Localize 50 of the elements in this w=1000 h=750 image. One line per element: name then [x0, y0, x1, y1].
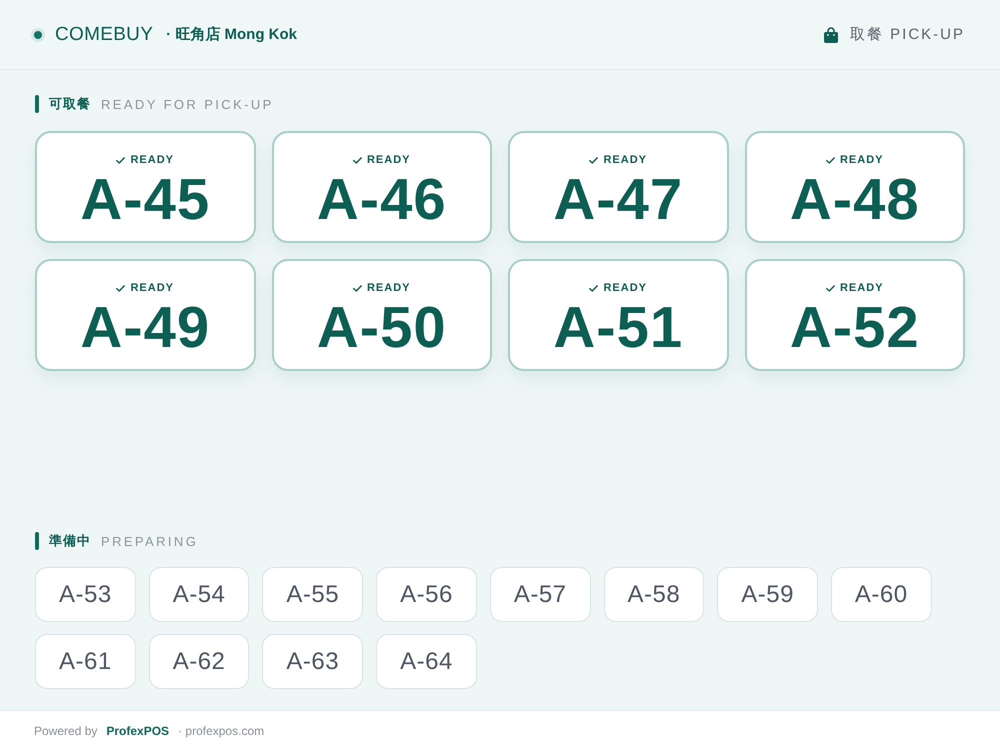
section-title-zh: 可取餐 [49, 95, 91, 113]
check-icon [826, 284, 835, 292]
check-icon [116, 284, 126, 292]
ready-label: READY [840, 282, 884, 294]
check-icon [352, 156, 362, 164]
order-number: A-48 [790, 169, 920, 231]
check-icon [352, 284, 362, 292]
ready-label: READY [603, 154, 647, 166]
ready-label: READY [366, 154, 410, 166]
preparing-order-tag: A-54 [148, 567, 250, 622]
preparing-order-tag: A-58 [604, 567, 704, 622]
preparing-order-tag: A-60 [830, 567, 932, 622]
order-number: A-50 [316, 297, 447, 359]
section-title-en: READY FOR PICK-UP [101, 96, 274, 112]
ready-label: READY [130, 282, 174, 294]
ready-label: READY [603, 282, 647, 294]
check-icon [589, 156, 598, 164]
preparing-order-tag: A-62 [148, 634, 250, 689]
shopping-bag-icon [824, 26, 838, 42]
check-icon [589, 284, 598, 292]
brand-name: COMEBUY [55, 24, 154, 46]
preparing-order-tag: A-55 [262, 567, 364, 622]
logo-dot-icon [31, 28, 45, 42]
preparing-order-tag: A-61 [35, 634, 136, 689]
preparing-order-tag: A-53 [35, 567, 136, 622]
order-number: A-51 [553, 297, 684, 359]
footer-brand: ProfexPOS [106, 724, 170, 738]
section-title-zh: 準備中 [49, 532, 91, 550]
pickup-label: 取餐 PICK-UP [850, 25, 965, 44]
website-text: · profexpos.com [178, 724, 264, 738]
preparing-order-tag: A-59 [717, 567, 818, 622]
order-number: A-52 [790, 297, 920, 359]
check-icon [826, 156, 835, 164]
ready-label: READY [366, 282, 410, 294]
preparing-order-tag: A-56 [376, 567, 477, 622]
store-name: · 旺角店 Mong Kok [166, 25, 297, 44]
check-icon [116, 156, 126, 164]
ready-label: READY [130, 154, 174, 166]
powered-by-text: Powered by [34, 724, 98, 738]
preparing-order-tag: A-64 [376, 634, 477, 689]
order-number: A-46 [316, 169, 447, 231]
section-marker-icon [35, 532, 39, 550]
order-number: A-47 [553, 169, 684, 231]
section-title-en: PREPARING [101, 534, 198, 548]
order-number: A-49 [80, 297, 210, 359]
section-marker-icon [35, 95, 39, 113]
ready-label: READY [840, 154, 884, 166]
order-number: A-45 [80, 169, 210, 231]
preparing-order-tag: A-57 [490, 567, 591, 622]
preparing-order-tag: A-63 [262, 634, 364, 689]
